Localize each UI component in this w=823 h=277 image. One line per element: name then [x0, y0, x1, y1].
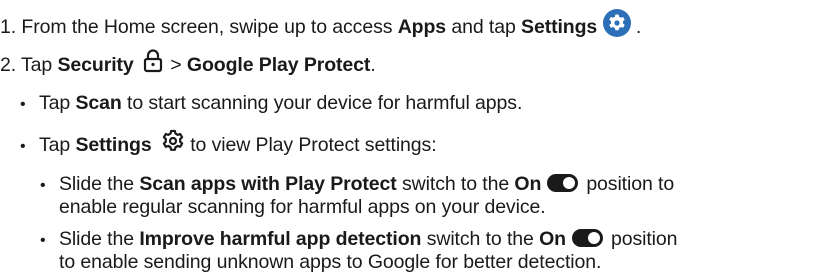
- lock-icon: [143, 49, 163, 79]
- step-2-arrow: >: [164, 54, 187, 77]
- bullet-settings-rest: to view Play Protect settings:: [184, 134, 437, 157]
- on-label: On: [514, 173, 542, 195]
- scan-apps-with-play-protect-label: Scan apps with Play Protect: [139, 173, 397, 195]
- bullet-scan-rest: to start scanning your device for harmfu…: [121, 92, 523, 114]
- bullet-scan-tap: Tap: [39, 92, 76, 114]
- sub1-slide: Slide the: [59, 173, 140, 195]
- settings-label: Settings: [75, 134, 152, 157]
- bullet-glyph: •: [40, 232, 46, 249]
- step-1-and-tap: and tap: [446, 16, 522, 39]
- scan-label: Scan: [75, 92, 122, 114]
- sub1-line2: enable regular scanning for harmful apps…: [59, 196, 546, 218]
- step-2-prefix: 2. Tap: [0, 54, 58, 77]
- sub-bullet-improve-detection-line-2: to enable sending unknown apps to Google…: [59, 250, 601, 274]
- toggle-knob: [587, 231, 600, 244]
- toggle-knob: [563, 176, 576, 189]
- bullet-glyph: •: [40, 177, 46, 194]
- sub-bullet-scan-apps-line-2: enable regular scanning for harmful apps…: [59, 195, 546, 219]
- sub1-switch-to: switch to the: [396, 173, 515, 195]
- security-label: Security: [57, 54, 134, 77]
- sub2-position: position: [610, 228, 678, 250]
- bullet-glyph: •: [20, 138, 26, 156]
- on-label: On: [539, 228, 566, 250]
- step-1-prefix: 1. From the Home screen, swipe up to acc…: [0, 16, 398, 39]
- bullet-settings-tap: Tap: [39, 134, 76, 157]
- bullet-scan-line: • Tap Scan to start scanning your device …: [20, 91, 522, 117]
- step-1-line: 1. From the Home screen, swipe up to acc…: [0, 9, 642, 45]
- step-2-line: 2. Tap Security > Google Play Protect.: [0, 49, 376, 81]
- gear-icon: [161, 129, 185, 159]
- bullet-settings-line: • Tap Settings to view Play Protect setti…: [20, 129, 437, 161]
- settings-gear-circle-icon: [602, 9, 631, 43]
- bullet-glyph: •: [20, 96, 26, 113]
- google-play-protect-label: Google Play Protect: [186, 54, 371, 77]
- toggle-on-icon: [571, 228, 603, 247]
- settings-label: Settings: [521, 16, 598, 39]
- step-2-end: .: [370, 54, 376, 77]
- sub2-slide: Slide the: [59, 228, 140, 250]
- sub2-line2: to enable sending unknown apps to Google…: [59, 251, 602, 273]
- step-1-end: .: [630, 16, 642, 39]
- sub2-switch-to: switch to the: [421, 228, 540, 250]
- sub1-position: position to: [586, 173, 675, 195]
- apps-label: Apps: [397, 16, 447, 39]
- toggle-on-icon: [547, 173, 579, 192]
- improve-harmful-app-detection-label: Improve harmful app detection: [139, 228, 422, 250]
